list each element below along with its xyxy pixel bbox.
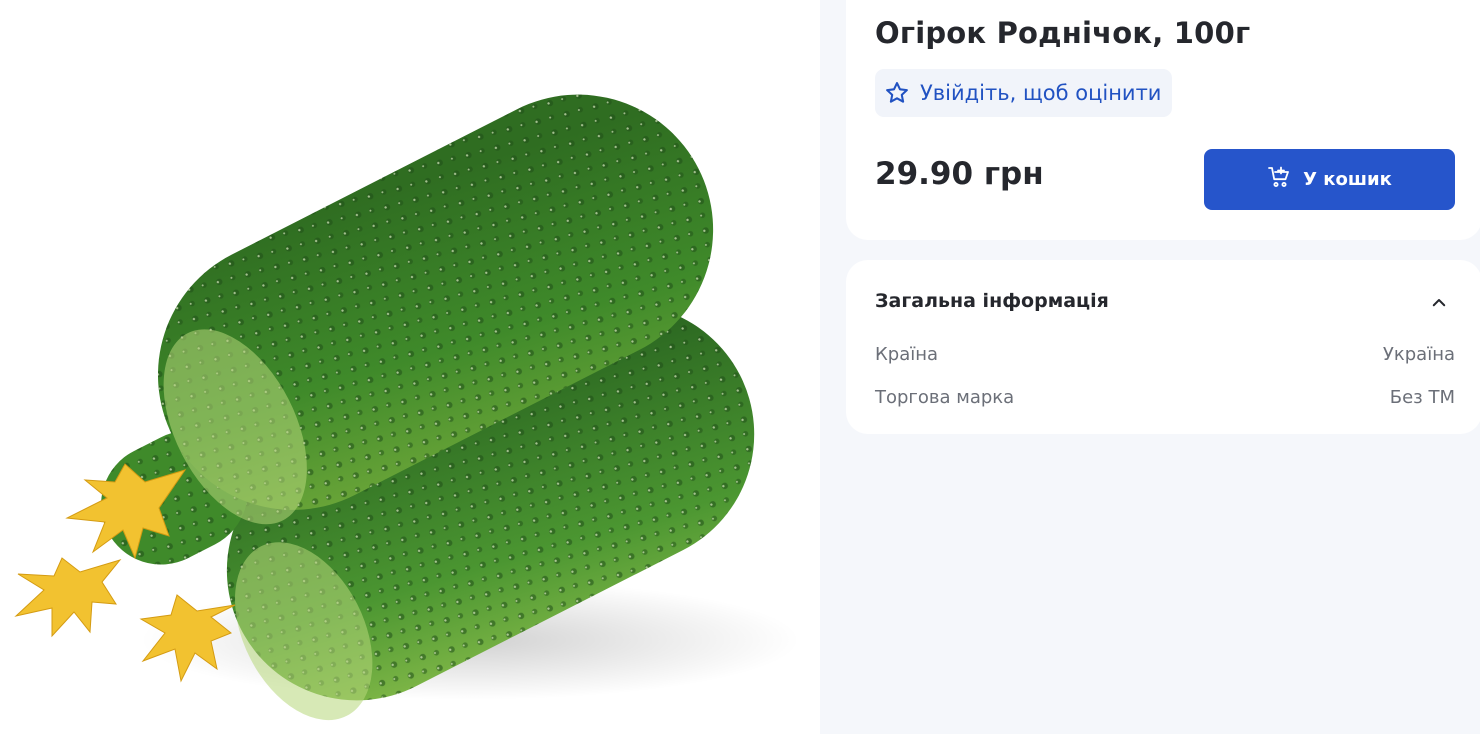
info-row-country: Країна Україна [875, 344, 1455, 365]
product-title: Огірок Роднічок, 100г [875, 16, 1251, 50]
cucumber-illustration [14, 94, 800, 721]
product-image[interactable] [0, 0, 820, 734]
info-label: Торгова марка [875, 387, 1015, 408]
info-row-brand: Торгова марка Без ТМ [875, 387, 1455, 408]
rating-login-button[interactable]: Увійдіть, щоб оцінити [875, 69, 1173, 117]
add-to-cart-label: У кошик [1303, 169, 1392, 190]
cart-plus-icon [1267, 165, 1291, 194]
chevron-up-icon [1430, 294, 1448, 316]
general-info-card: Загальна інформація Країна Україна Торго… [846, 260, 1480, 434]
product-page: Огірок Роднічок, 100г Увійдіть, щоб оцін… [0, 0, 1480, 734]
star-outline-icon [884, 80, 910, 106]
product-price: 29.90 грн [875, 156, 1044, 192]
info-label: Країна [875, 344, 939, 365]
rating-login-label: Увійдіть, щоб оцінити [920, 81, 1162, 105]
info-value: Без ТМ [1389, 387, 1455, 408]
info-value: Україна [1382, 344, 1455, 365]
product-summary-card: Огірок Роднічок, 100г Увійдіть, щоб оцін… [846, 0, 1480, 240]
add-to-cart-button[interactable]: У кошик [1204, 149, 1455, 210]
collapse-button[interactable] [1426, 292, 1452, 318]
general-info-heading: Загальна інформація [875, 290, 1109, 312]
